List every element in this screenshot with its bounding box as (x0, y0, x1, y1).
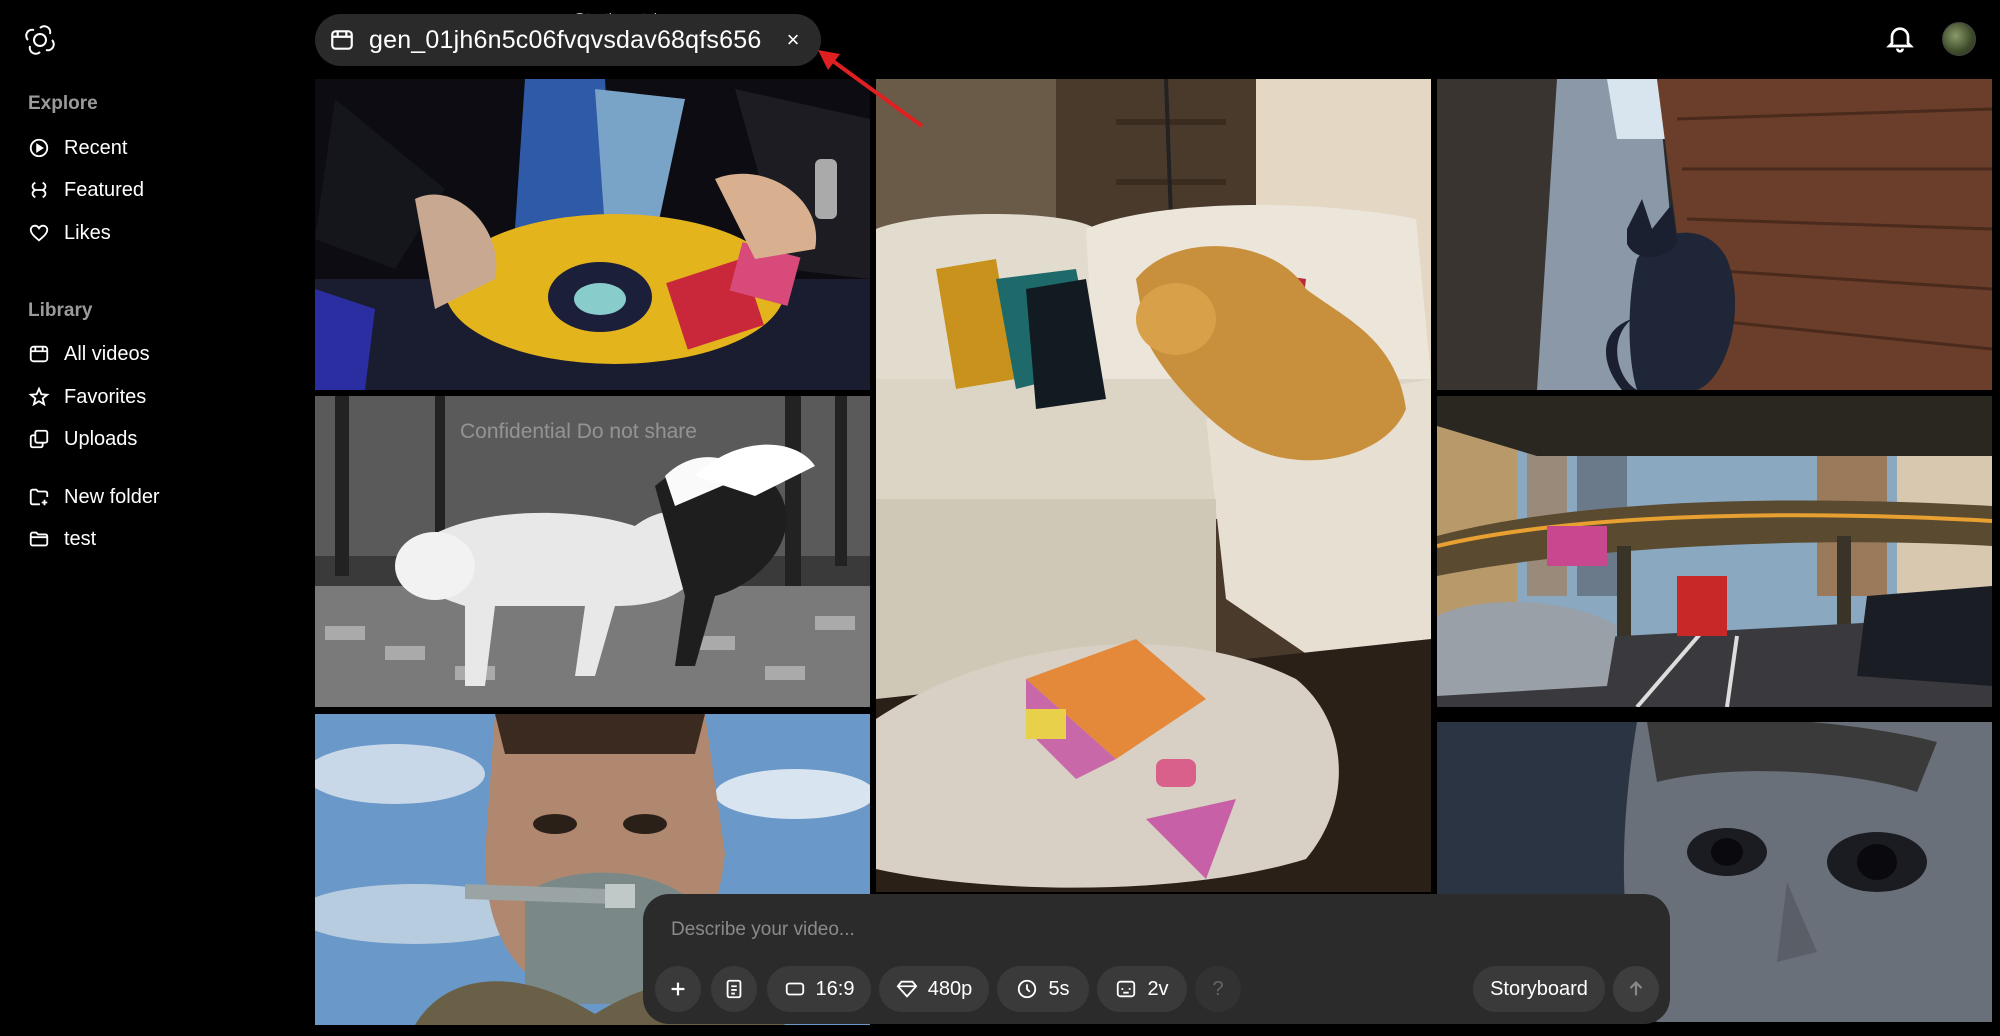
annotation-arrow (818, 50, 924, 128)
prompt-composer: 16:9 480p 5s 2v ? Storyboard (643, 894, 1670, 1024)
star-icon (28, 386, 50, 407)
video-thumbnail-dog-on-couch[interactable] (876, 79, 1431, 892)
sidebar-item-label: New folder (64, 485, 160, 508)
sidebar: Explore Recent Featured Likes Library Al… (0, 0, 315, 1036)
diamond-icon (896, 980, 918, 998)
sidebar-item-recent[interactable]: Recent (28, 131, 127, 165)
sidebar-item-label: Recent (64, 136, 128, 159)
explore-section-title: Explore (28, 93, 98, 114)
add-media-button[interactable] (655, 966, 701, 1012)
submit-button[interactable] (1613, 966, 1659, 1012)
sidebar-item-label: Likes (64, 221, 111, 244)
sidebar-item-label: All videos (64, 342, 150, 365)
aspect-ratio-icon (785, 982, 804, 996)
bell-icon[interactable] (1884, 22, 1916, 54)
close-icon: × (786, 27, 800, 52)
uploads-icon (29, 429, 49, 449)
thumbnail-image (876, 79, 1431, 892)
sidebar-item-all-videos[interactable]: All videos (28, 337, 150, 371)
duration-value: 5s (1048, 977, 1070, 1000)
resolution-button[interactable]: 480p (879, 966, 989, 1012)
sidebar-item-label: Favorites (64, 385, 147, 408)
avatar[interactable] (1942, 22, 1976, 56)
duration-button[interactable]: 5s (997, 966, 1089, 1012)
video-thumbnail-city-overpass[interactable] (1437, 396, 1992, 707)
sidebar-item-test[interactable]: test (28, 522, 96, 556)
storyboard-label: Storyboard (1490, 977, 1588, 1000)
sidebar-item-new-folder[interactable]: New folder (28, 480, 160, 514)
thumbnail-image (1437, 79, 1992, 390)
play-circle-icon (29, 138, 49, 158)
arrow-up-icon (1629, 981, 1643, 996)
library-section-title: Library (28, 300, 93, 321)
sidebar-item-uploads[interactable]: Uploads (28, 422, 137, 456)
sidebar-item-label: Featured (64, 178, 145, 201)
resolution-value: 480p (927, 977, 973, 1000)
question-icon: ? (1212, 977, 1224, 1000)
close-chip-button[interactable]: × (779, 26, 807, 54)
clock-icon (1018, 979, 1037, 999)
folder-icon (29, 531, 49, 547)
generation-chip[interactable]: gen_01jh6n5c06fvqvsdav68qfs656 × (315, 14, 821, 66)
variations-button[interactable]: 2v (1097, 966, 1187, 1012)
sidebar-item-favorites[interactable]: Favorites (28, 380, 146, 414)
video-icon (331, 30, 353, 50)
aspect-ratio-value: 16:9 (815, 977, 855, 1000)
video-thumbnail-gift-wrapping[interactable] (315, 79, 870, 390)
prompt-input[interactable] (671, 912, 1631, 948)
video-icon (29, 345, 49, 363)
sidebar-item-featured[interactable]: Featured (28, 173, 144, 207)
sidebar-item-likes[interactable]: Likes (28, 216, 111, 250)
new-folder-icon (29, 488, 49, 506)
help-button[interactable]: ? (1195, 966, 1241, 1012)
thumbnail-image (1437, 396, 1992, 707)
aspect-ratio-button[interactable]: 16:9 (767, 966, 871, 1012)
document-icon (726, 979, 742, 999)
sidebar-item-label: Uploads (64, 427, 138, 450)
variations-icon (1117, 980, 1136, 998)
featured-icon (31, 181, 47, 199)
variations-value: 2v (1147, 977, 1169, 1000)
thumbnail-image (315, 79, 870, 390)
presets-button[interactable] (711, 966, 757, 1012)
heart-icon (29, 224, 49, 242)
confidential-watermark: Confidential Do not share (460, 420, 697, 443)
generation-id: gen_01jh6n5c06fvqvsdav68qfs656 (369, 25, 762, 54)
openai-logo-icon[interactable] (24, 24, 56, 56)
storyboard-button[interactable]: Storyboard (1473, 966, 1605, 1012)
sidebar-item-label: test (64, 527, 97, 550)
video-thumbnail-cat-in-alley[interactable] (1437, 79, 1992, 390)
plus-icon (671, 982, 685, 996)
